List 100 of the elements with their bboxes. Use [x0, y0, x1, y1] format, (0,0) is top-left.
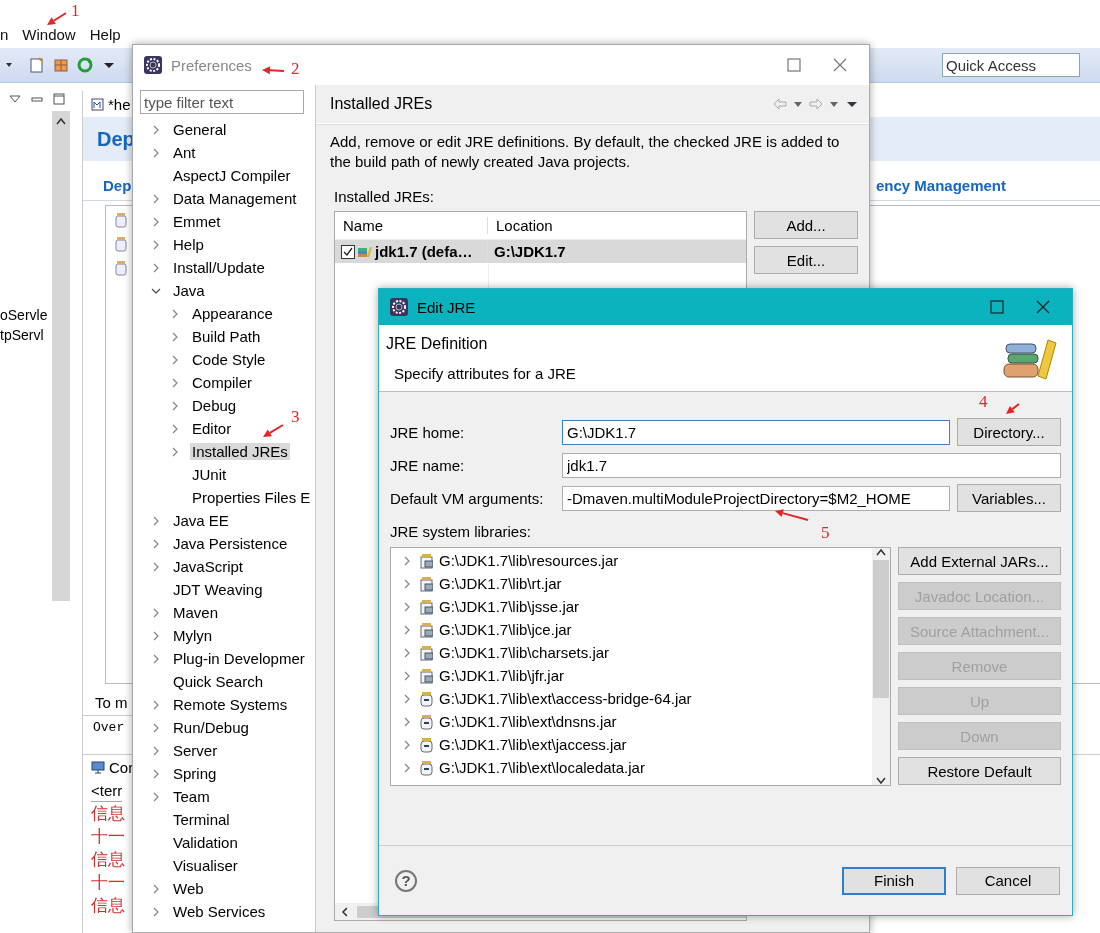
tree-item[interactable]: JavaScript	[171, 558, 246, 575]
maximize-icon[interactable]	[787, 58, 801, 72]
button[interactable]: Edit...	[754, 246, 858, 274]
tree-item[interactable]: Mylyn	[171, 627, 215, 644]
view-menu-icon[interactable]	[8, 93, 22, 105]
chevron-down-icon[interactable]	[875, 777, 887, 785]
tree-item[interactable]: Visualiser	[171, 857, 240, 874]
close-icon[interactable]	[833, 58, 847, 72]
tree-item[interactable]: AspectJ Compiler	[171, 167, 293, 184]
scrollbar[interactable]	[872, 548, 890, 785]
maximize-icon[interactable]	[990, 300, 1004, 314]
console-header: <terr	[91, 780, 123, 802]
quick-access-field[interactable]: Quick Access	[942, 53, 1080, 77]
page-icon[interactable]	[28, 56, 46, 74]
console-line: 信息	[91, 848, 125, 871]
tree-item[interactable]: Run/Debug	[171, 719, 251, 736]
button[interactable]: Add External JARs...	[898, 547, 1061, 575]
tree-item[interactable]: tpServl	[0, 327, 52, 343]
tree-item[interactable]: Build Path	[190, 328, 263, 345]
dialog-heading: JRE Definition	[386, 334, 489, 353]
tree-item[interactable]: Validation	[171, 834, 240, 851]
grid-icon[interactable]	[52, 56, 70, 74]
table-row[interactable]: jdk1.7 (defa… G:\JDK1.7	[335, 240, 746, 263]
checkbox[interactable]	[341, 244, 355, 259]
tree-item[interactable]: Install/Update	[171, 259, 267, 276]
tree-item[interactable]: Installed JREs	[190, 443, 290, 460]
tree-item[interactable]: Server	[171, 742, 220, 759]
tree-item[interactable]: Properties Files E	[190, 489, 313, 506]
chevron-left-icon[interactable]	[341, 905, 349, 918]
library-item[interactable]: G:\JDK1.7\lib\ext\jaccess.jar	[439, 736, 627, 753]
tree-item[interactable]: JUnit	[190, 466, 229, 483]
tree-item[interactable]: oServle	[0, 307, 52, 323]
button[interactable]: Cancel	[956, 866, 1060, 895]
jar-icon	[114, 236, 128, 252]
input-field[interactable]: jdk1.7	[562, 452, 1061, 478]
console-line: 信息	[91, 894, 125, 917]
chevron-up-icon[interactable]	[875, 548, 887, 556]
library-item[interactable]: G:\JDK1.7\lib\ext\localedata.jar	[439, 759, 645, 776]
tree-item[interactable]: Remote Systems	[171, 696, 290, 713]
tree-item[interactable]: Java Persistence	[171, 535, 290, 552]
tree-item[interactable]: Data Management	[171, 190, 299, 207]
button[interactable]: Add...	[754, 211, 858, 239]
column-header[interactable]: Location	[488, 217, 553, 234]
window-icon	[143, 55, 163, 75]
tree-item[interactable]: Maven	[171, 604, 221, 621]
column-header[interactable]: Name	[335, 217, 488, 234]
tree-item[interactable]: Compiler	[190, 374, 254, 391]
library-item[interactable]: G:\JDK1.7\lib\jsse.jar	[439, 598, 580, 615]
tree-item[interactable]: JDT Weaving	[171, 581, 265, 598]
tree-item[interactable]: Terminal	[171, 811, 232, 828]
tree-item[interactable]: Emmet	[171, 213, 223, 230]
tree-item[interactable]: Quick Search	[171, 673, 266, 690]
jar-icon	[114, 260, 128, 276]
library-item[interactable]: G:\JDK1.7\lib\ext\access-bridge-64.jar	[439, 690, 692, 707]
tree-item[interactable]: Web Services	[171, 903, 268, 920]
tree-item[interactable]: Java	[171, 282, 207, 299]
menu-item[interactable]: n	[0, 26, 9, 43]
tree-item[interactable]: Web	[171, 880, 206, 897]
filter-field[interactable]: type filter text	[140, 90, 304, 114]
books-icon	[357, 245, 373, 258]
library-item[interactable]: G:\JDK1.7\lib\ext\dnsns.jar	[439, 713, 617, 730]
button[interactable]: Restore Default	[898, 757, 1061, 785]
tree-item[interactable]: Team	[171, 788, 212, 805]
table-cell: G:\JDK1.7	[494, 243, 566, 260]
tree-item[interactable]: Java EE	[171, 512, 231, 529]
library-item[interactable]: G:\JDK1.7\lib\jfr.jar	[439, 667, 565, 684]
button[interactable]: Variables...	[957, 484, 1061, 512]
tree-item[interactable]: Plug-in Developmer	[171, 650, 307, 667]
library-item[interactable]: G:\JDK1.7\lib\rt.jar	[439, 575, 562, 592]
button[interactable]: Finish	[842, 866, 946, 895]
button[interactable]: Directory...	[957, 418, 1061, 446]
tree-item[interactable]: Help	[171, 236, 206, 253]
help-button[interactable]: ?	[395, 869, 417, 892]
scrollbar[interactable]	[52, 111, 70, 601]
library-item[interactable]: G:\JDK1.7\lib\resources.jar	[439, 552, 619, 569]
field-label: JRE home:	[390, 423, 466, 441]
tree-item[interactable]: Ant	[171, 144, 198, 161]
chevron-up-icon[interactable]	[55, 117, 67, 125]
tree-item[interactable]: Code Style	[190, 351, 268, 368]
close-icon[interactable]	[1036, 300, 1050, 314]
jar-icon	[419, 644, 433, 661]
jar-icon	[419, 621, 433, 638]
menu-item[interactable]: Help	[89, 26, 121, 43]
tree-item[interactable]: Debug	[190, 397, 239, 414]
input-field[interactable]: -Dmaven.multiModuleProjectDirectory=$M2_HOME	[562, 485, 950, 511]
input-field[interactable]: G:\JDK1.7	[562, 419, 950, 445]
tree-item[interactable]: General	[171, 121, 229, 138]
jar-icon	[419, 690, 433, 707]
window-title: Edit JRE	[417, 298, 476, 316]
console-tab[interactable]: Cor	[91, 755, 134, 780]
field-label: Default VM arguments:	[390, 489, 545, 507]
library-item[interactable]: G:\JDK1.7\lib\charsets.jar	[439, 644, 610, 661]
tree-item[interactable]: Editor	[190, 420, 234, 437]
tree-item[interactable]: Spring	[171, 765, 219, 782]
menu-item[interactable]: Window	[22, 26, 76, 43]
library-item[interactable]: G:\JDK1.7\lib\jce.jar	[439, 621, 572, 638]
maximize-icon[interactable]	[52, 93, 66, 105]
tree-item[interactable]: Appearance	[190, 305, 275, 322]
editor-tab[interactable]: *he	[83, 91, 139, 117]
refresh-icon[interactable]	[76, 56, 94, 74]
